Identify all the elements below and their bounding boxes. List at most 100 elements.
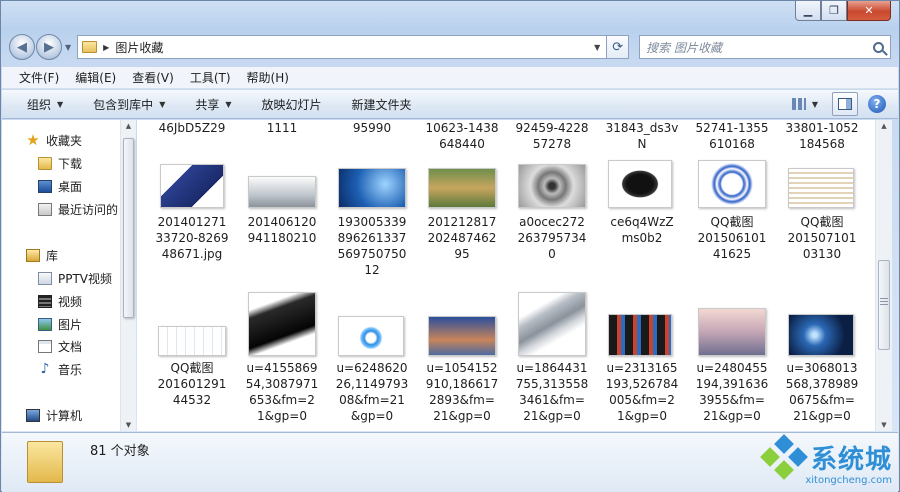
search-icon[interactable]: [873, 41, 884, 53]
scroll-down-arrow-icon[interactable]: ▼: [121, 421, 136, 429]
refresh-button[interactable]: ⟳: [607, 35, 630, 59]
search-box[interactable]: 搜索 图片收藏: [639, 35, 891, 59]
screenshot-thumbnail[interactable]: [788, 168, 854, 208]
file-item[interactable]: 31843_ds3v N: [597, 120, 687, 152]
menu-help[interactable]: 帮助(H): [247, 69, 289, 86]
file-item[interactable]: u=1864431 755,313558 3461&fm= 21&gp=0: [507, 360, 597, 424]
cable-thumbnail[interactable]: [698, 160, 766, 208]
nav-label: 图片: [58, 318, 83, 332]
ie-logo-thumbnail[interactable]: [338, 316, 404, 356]
nav-item-downloads[interactable]: 下载: [38, 155, 82, 172]
sd-card-thumbnail[interactable]: [160, 164, 224, 208]
back-button[interactable]: ◀: [9, 34, 35, 60]
recent-pages-dropdown[interactable]: ▼: [65, 43, 71, 52]
file-item[interactable]: 95990: [327, 120, 417, 136]
scroll-up-arrow-icon[interactable]: ▲: [121, 122, 136, 130]
nav-item-libraries[interactable]: 库: [26, 247, 58, 264]
preview-pane-button[interactable]: [832, 92, 858, 116]
forward-button[interactable]: ▶: [36, 34, 62, 60]
usb-drive-thumbnail[interactable]: [518, 292, 586, 356]
brand-url: xitongcheng.com: [805, 475, 892, 486]
include-in-library-button[interactable]: 包含到库中 ▼: [93, 96, 165, 113]
share-button[interactable]: 共享 ▼: [195, 96, 231, 113]
file-item[interactable]: 201212817 202487462 95: [417, 214, 507, 262]
menu-file[interactable]: 文件(F): [19, 69, 59, 86]
nav-item-documents[interactable]: 文档: [38, 338, 82, 355]
explorer-window: ▁ ❐ ✕ ◀ ▶ ▼ ▶ 图片收藏 ▼ ⟳ 搜索 图片收藏 文件(F) 编辑(…: [0, 0, 900, 492]
qq-screenshot-thumbnail[interactable]: [158, 326, 226, 356]
file-item[interactable]: u=6248620 26,1149793 08&fm=21 &gp=0: [327, 360, 417, 424]
nav-item-pictures[interactable]: 图片: [38, 316, 82, 333]
file-item[interactable]: 33801-1052 184568: [777, 120, 867, 152]
menu-edit[interactable]: 编辑(E): [75, 69, 116, 86]
laptop-thumbnail[interactable]: [248, 176, 316, 208]
file-item[interactable]: 201401271 33720-8269 48671.jpg: [147, 214, 237, 262]
content-scrollbar[interactable]: ▲ ▼: [875, 120, 892, 431]
file-item[interactable]: 1111: [237, 120, 327, 136]
nav-scrollbar[interactable]: ▲ ▼: [120, 120, 136, 431]
file-item[interactable]: u=2313165 193,526784 005&fm=2 1&gp=0: [597, 360, 687, 424]
scroll-up-arrow-icon[interactable]: ▲: [876, 122, 892, 130]
wallpaper-thumbnail[interactable]: [428, 316, 496, 356]
address-bar[interactable]: ▶ 图片收藏 ▼: [77, 35, 608, 59]
file-item[interactable]: ce6q4WzZ ms0b2: [597, 214, 687, 246]
start-screen-thumbnail[interactable]: [608, 314, 672, 356]
file-item[interactable]: QQ截图 201507101 03130: [777, 214, 867, 262]
address-dropdown[interactable]: ▼: [588, 43, 606, 52]
file-item[interactable]: u=2480455 194,391636 3955&fm= 21&gp=0: [687, 360, 777, 424]
folder-icon: [82, 41, 98, 53]
views-dropdown[interactable]: ▼: [812, 100, 818, 109]
details-pane: 81 个对象 系统城 xitongcheng.com: [2, 432, 898, 492]
scroll-down-arrow-icon[interactable]: ▼: [876, 421, 892, 429]
restore-button[interactable]: ❐: [821, 1, 847, 21]
slideshow-button[interactable]: 放映幻灯片: [262, 96, 322, 113]
nav-label: 文档: [58, 340, 83, 354]
file-item[interactable]: 10623-1438 648440: [417, 120, 507, 152]
file-item[interactable]: QQ截图 201506101 41625: [687, 214, 777, 262]
nav-item-pptv[interactable]: PPTV视频: [38, 270, 112, 287]
nav-label: 收藏夹: [46, 134, 83, 148]
file-item[interactable]: u=4155869 54,3087971 653&fm=2 1&gp=0: [237, 360, 327, 424]
slideshow-label: 放映幻灯片: [261, 97, 322, 112]
nav-item-computer[interactable]: 计算机: [26, 407, 82, 424]
views-icon[interactable]: [791, 98, 806, 110]
speaker-thumbnail[interactable]: [518, 164, 586, 208]
mouse-thumbnail[interactable]: [608, 160, 672, 208]
back-arrow-icon: ◀: [17, 39, 27, 55]
nav-item-videos[interactable]: 视频: [38, 293, 82, 310]
netbook-thumbnail[interactable]: [248, 292, 316, 356]
nav-scroll-thumb[interactable]: [123, 138, 134, 318]
nav-item-music[interactable]: ♪ 音乐: [38, 361, 82, 378]
nav-item-favorites[interactable]: ★ 收藏夹: [26, 132, 82, 149]
file-item[interactable]: QQ截图 201601291 44532: [147, 360, 237, 408]
minimize-button[interactable]: ▁: [795, 1, 821, 21]
help-icon[interactable]: ?: [868, 95, 886, 113]
desktop-photo-thumbnail[interactable]: [698, 308, 766, 356]
menu-tools[interactable]: 工具(T): [190, 69, 231, 86]
game-map-thumbnail[interactable]: [428, 168, 496, 208]
close-button[interactable]: ✕: [847, 1, 891, 21]
file-item[interactable]: u=1054152 910,186617 2893&fm= 21&gp=0: [417, 360, 507, 424]
file-item[interactable]: 52741-1355 610168: [687, 120, 777, 152]
blue-light-thumbnail[interactable]: [788, 314, 854, 356]
search-input[interactable]: 搜索 图片收藏: [646, 39, 722, 56]
windows7-thumbnail[interactable]: [338, 168, 406, 208]
menu-view[interactable]: 查看(V): [132, 69, 174, 86]
file-item[interactable]: 92459-4228 57278: [507, 120, 597, 152]
file-name: QQ截图 201506101 41625: [697, 215, 767, 261]
nav-label: 下载: [58, 157, 83, 171]
folder-icon: [27, 441, 63, 483]
file-item[interactable]: 46JbD5Z29: [147, 120, 237, 136]
organize-button[interactable]: 组织 ▼: [27, 96, 63, 113]
file-name: QQ截图 201507101 03130: [787, 215, 857, 261]
nav-item-recent[interactable]: 最近访问的: [38, 201, 118, 218]
file-item[interactable]: 193005339 896261337 569750750 12: [327, 214, 417, 278]
breadcrumb-separator[interactable]: ▶: [103, 43, 109, 52]
breadcrumb-current[interactable]: 图片收藏: [115, 39, 163, 56]
file-item[interactable]: u=3068013 568,378989 0675&fm= 21&gp=0: [777, 360, 867, 424]
file-name: 10623-1438 648440: [425, 121, 499, 151]
nav-item-desktop[interactable]: 桌面: [38, 178, 82, 195]
file-item[interactable]: 201406120 941180210: [237, 214, 327, 246]
file-item[interactable]: a0ocec272 263795734 0: [507, 214, 597, 262]
new-folder-button[interactable]: 新建文件夹: [352, 96, 412, 113]
